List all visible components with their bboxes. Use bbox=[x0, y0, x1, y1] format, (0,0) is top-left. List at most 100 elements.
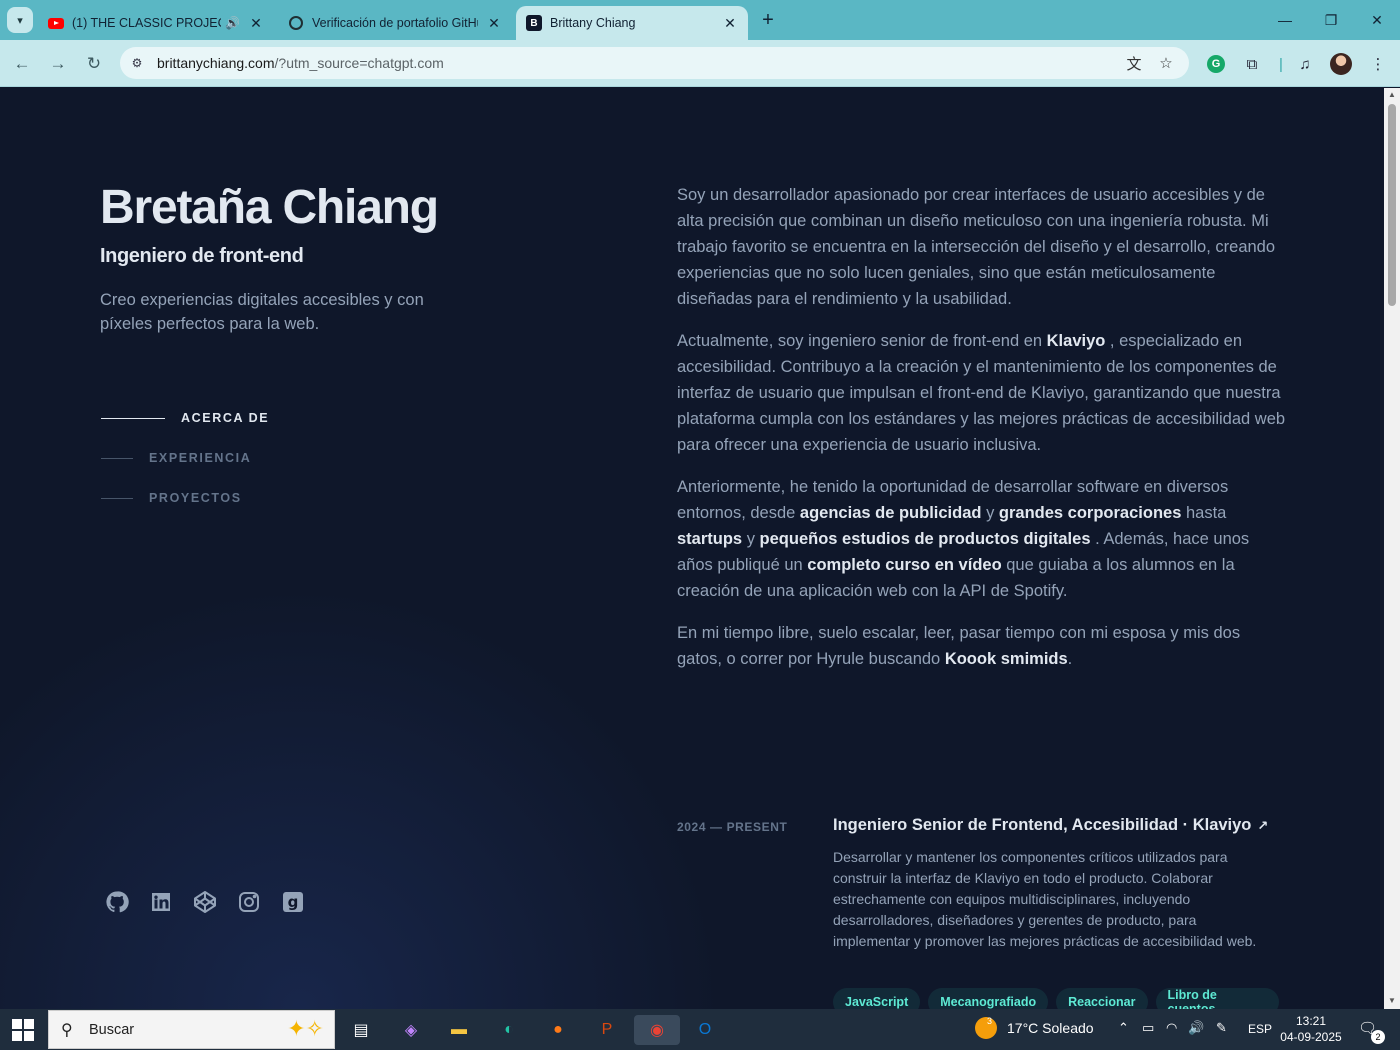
page-content: Bretaña Chiang Ingeniero de front-end Cr… bbox=[0, 88, 1384, 1009]
site-info-icon[interactable]: ⚙ bbox=[126, 52, 148, 74]
korok-seeds-link[interactable]: Koook smimids bbox=[945, 650, 1068, 668]
about-paragraph: Soy un desarrollador apasionado por crea… bbox=[677, 186, 1276, 308]
goodreads-icon[interactable]: g bbox=[280, 889, 306, 915]
translate-icon[interactable]: 文 bbox=[1124, 53, 1144, 73]
nav-indicator bbox=[101, 497, 133, 499]
nav-link-experience[interactable]: EXPERIENCIA bbox=[101, 451, 251, 465]
url-text[interactable]: brittanychiang.com/?utm_source=chatgpt.c… bbox=[157, 55, 444, 71]
clock-date: 04-09-2025 bbox=[1280, 1030, 1342, 1044]
copilot-sparkle-icon: ✦✧ bbox=[287, 1016, 324, 1041]
tech-tag: JavaScript bbox=[833, 988, 921, 1009]
klaviyo-link[interactable]: Klaviyo bbox=[1047, 332, 1106, 350]
nav-label: EXPERIENCIA bbox=[149, 451, 252, 465]
browser-menu-icon[interactable]: ⋮ bbox=[1367, 53, 1389, 75]
experience-date: 2024 — PRESENT bbox=[677, 820, 788, 834]
nav-link-about[interactable]: ACERCA DE bbox=[101, 411, 269, 425]
tech-tag: Mecanografiado bbox=[928, 988, 1049, 1009]
extensions-puzzle-icon[interactable]: ⧉ bbox=[1241, 53, 1263, 75]
nav-label: ACERCA DE bbox=[181, 411, 270, 425]
tab-youtube[interactable]: (1) THE CLASSIC PROJECT 0 🔊 ✕ bbox=[38, 6, 274, 40]
task-view-icon[interactable]: ▤ bbox=[346, 1015, 376, 1045]
speaker-icon[interactable]: 🔊 bbox=[225, 16, 240, 30]
tab-search-button[interactable]: ▾ bbox=[7, 7, 33, 33]
toolbar-divider: | bbox=[1279, 55, 1283, 73]
wifi-icon[interactable]: ◠ bbox=[1166, 1020, 1177, 1036]
notification-count: 2 bbox=[1371, 1030, 1385, 1044]
codepen-icon[interactable] bbox=[192, 889, 218, 915]
tab-title: (1) THE CLASSIC PROJECT 0 bbox=[72, 16, 221, 30]
nav-link-projects[interactable]: PROYECTOS bbox=[101, 491, 242, 505]
volume-icon[interactable]: 🔊 bbox=[1188, 1020, 1204, 1036]
social-links: g bbox=[104, 889, 324, 915]
about-paragraph: Anteriormente, he tenido la oportunidad … bbox=[677, 478, 1250, 600]
notification-icon[interactable]: 🗨 2 bbox=[1358, 1019, 1385, 1044]
media-control-icon[interactable]: ♫ bbox=[1294, 53, 1316, 75]
tab-title: Verificación de portafolio GitHu bbox=[312, 16, 478, 30]
clock-time: 13:21 bbox=[1295, 1014, 1327, 1028]
close-window-button[interactable]: ✕ bbox=[1354, 0, 1400, 40]
search-placeholder: Buscar bbox=[89, 1022, 135, 1038]
about-paragraph: Actualmente, soy ingeniero senior de fro… bbox=[677, 332, 1286, 454]
chrome-icon[interactable]: ◉ bbox=[634, 1015, 680, 1045]
restore-button[interactable]: ❐ bbox=[1308, 0, 1354, 40]
tray-chevron-icon[interactable]: ⌃ bbox=[1118, 1020, 1129, 1036]
powerpoint-icon[interactable]: P bbox=[592, 1015, 622, 1045]
close-tab-icon[interactable]: ✕ bbox=[486, 15, 502, 31]
product-studios-link[interactable]: pequeños estudios de productos digitales bbox=[760, 530, 1091, 548]
language-indicator[interactable]: ESP bbox=[1248, 1022, 1272, 1036]
page-scrollbar[interactable]: ▲ ▼ bbox=[1384, 88, 1400, 1009]
windows-start-icon[interactable] bbox=[12, 1019, 34, 1041]
weather-widget[interactable]: 3 17°C Soleado bbox=[975, 1016, 1094, 1039]
url-host: brittanychiang.com bbox=[157, 55, 275, 71]
search-icon: ⚲ bbox=[61, 1022, 73, 1039]
scrollbar-thumb[interactable] bbox=[1388, 104, 1396, 306]
instagram-icon[interactable] bbox=[236, 889, 262, 915]
url-path: /?utm_source=chatgpt.com bbox=[274, 55, 444, 71]
file-explorer-icon[interactable]: ▬ bbox=[444, 1015, 474, 1045]
minimize-button[interactable]: — bbox=[1262, 0, 1308, 40]
startups-link[interactable]: startups bbox=[677, 530, 742, 548]
edge-icon[interactable]: ◐ bbox=[494, 1015, 524, 1045]
forward-button[interactable]: → bbox=[44, 50, 72, 78]
address-bar[interactable]: ⚙ brittanychiang.com/?utm_source=chatgpt… bbox=[120, 47, 1189, 79]
back-button[interactable]: ← bbox=[8, 50, 36, 78]
experience-title[interactable]: Ingeniero Senior de Frontend, Accesibili… bbox=[833, 816, 1268, 835]
tab-chatgpt[interactable]: Verificación de portafolio GitHu ✕ bbox=[278, 6, 512, 40]
close-tab-icon[interactable]: ✕ bbox=[722, 15, 738, 31]
github-icon[interactable] bbox=[104, 889, 130, 915]
profile-avatar-icon[interactable] bbox=[1330, 53, 1352, 75]
tab-strip: ▾ (1) THE CLASSIC PROJECT 0 🔊 ✕ Verifica… bbox=[0, 0, 1400, 40]
experience-description: Desarrollar y mantener los componentes c… bbox=[833, 849, 1257, 949]
b-favicon: B bbox=[526, 15, 542, 31]
clock[interactable]: 13:21 04-09-2025 bbox=[1278, 1013, 1344, 1045]
firefox-icon[interactable]: ● bbox=[543, 1015, 573, 1045]
close-tab-icon[interactable]: ✕ bbox=[248, 15, 264, 31]
browser-toolbar: ← → ↻ ⚙ brittanychiang.com/?utm_source=c… bbox=[0, 40, 1400, 87]
about-paragraph: En mi tiempo libre, suelo escalar, leer,… bbox=[677, 624, 1241, 668]
linkedin-icon[interactable] bbox=[148, 889, 174, 915]
taskbar-search[interactable]: ⚲ Buscar ✦✧ bbox=[48, 1010, 335, 1049]
about-section: Soy un desarrollador apasionado por crea… bbox=[677, 182, 1287, 688]
taskbar: ⚲ Buscar ✦✧ ▤ ◈ ▬ ◐ ● P ◉ O 3 17°C Solea… bbox=[0, 1009, 1400, 1050]
page-title[interactable]: Bretaña Chiang bbox=[100, 180, 439, 235]
scroll-down-icon[interactable]: ▼ bbox=[1387, 996, 1397, 1006]
nav-indicator bbox=[101, 417, 165, 419]
meet-now-icon[interactable]: ▭ bbox=[1142, 1020, 1154, 1036]
copilot-icon[interactable]: ◈ bbox=[396, 1015, 426, 1045]
youtube-icon bbox=[48, 15, 64, 31]
job-role: Ingeniero de front-end bbox=[100, 245, 304, 267]
tab-brittany-chiang[interactable]: B Brittany Chiang ✕ bbox=[516, 6, 748, 40]
weather-text: 17°C Soleado bbox=[1007, 1020, 1094, 1036]
outlook-icon[interactable]: O bbox=[690, 1015, 720, 1045]
bookmark-star-icon[interactable]: ☆ bbox=[1156, 53, 1176, 73]
large-corporations-link[interactable]: grandes corporaciones bbox=[999, 504, 1181, 522]
new-tab-button[interactable]: + bbox=[756, 8, 780, 32]
scroll-up-icon[interactable]: ▲ bbox=[1387, 90, 1397, 100]
pen-icon[interactable]: ✎ bbox=[1216, 1020, 1227, 1036]
reload-button[interactable]: ↻ bbox=[80, 50, 108, 78]
svg-text:g: g bbox=[288, 893, 299, 911]
advertising-agencies-link[interactable]: agencias de publicidad bbox=[800, 504, 982, 522]
video-course-link[interactable]: completo curso en vídeo bbox=[807, 556, 1001, 574]
chatgpt-icon bbox=[288, 15, 304, 31]
grammarly-extension-icon[interactable]: G bbox=[1205, 53, 1227, 75]
